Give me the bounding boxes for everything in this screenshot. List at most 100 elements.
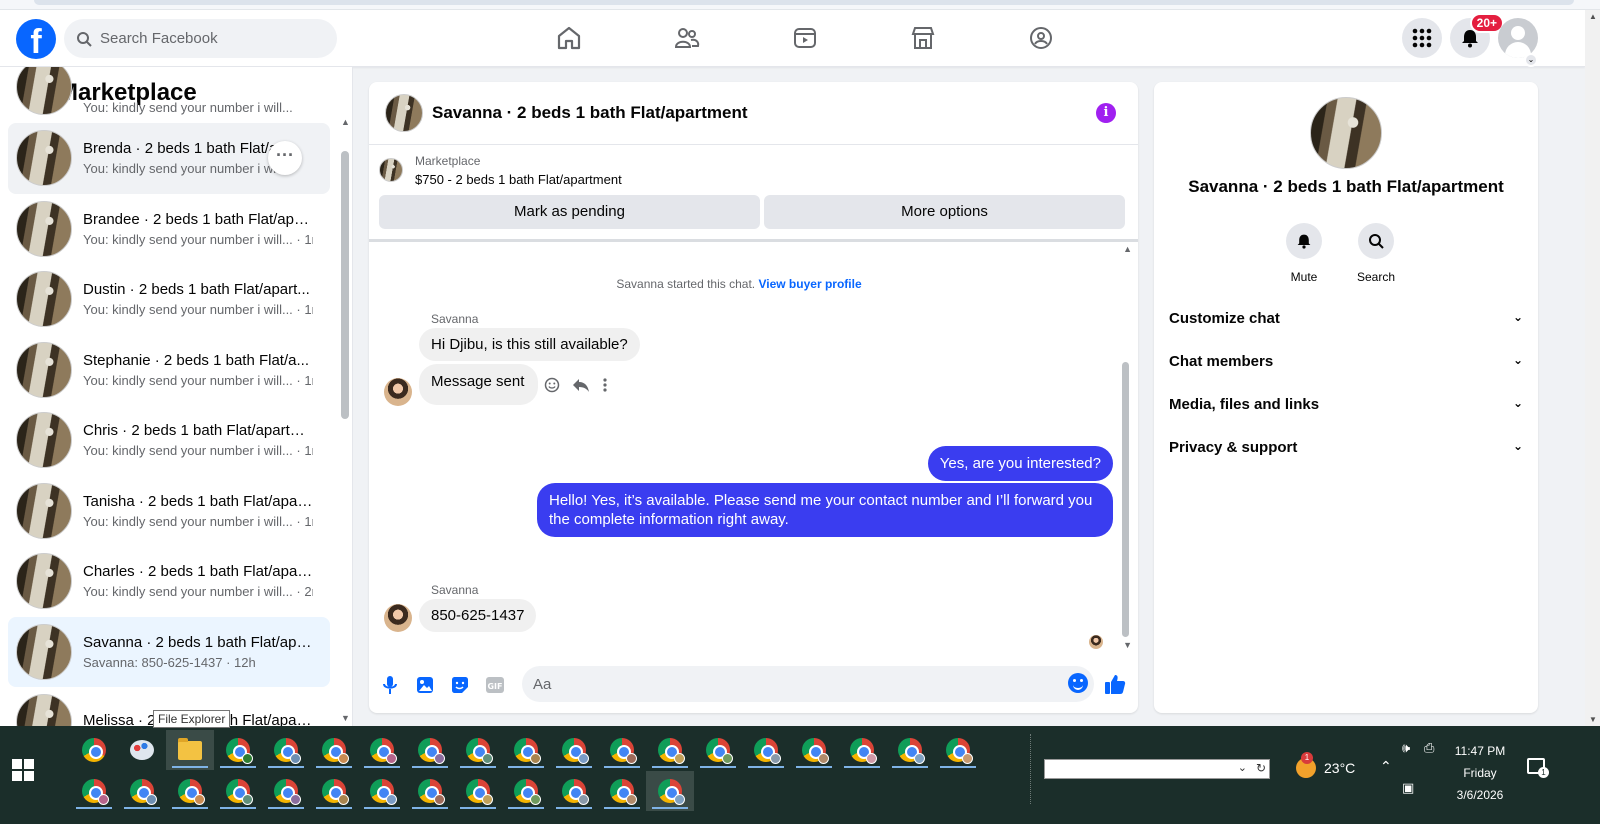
taskbar-app-chrome-profile[interactable] [406, 771, 454, 811]
more-options-icon[interactable]: ··· [268, 141, 302, 175]
facebook-logo[interactable]: f [16, 19, 56, 59]
network-icon[interactable]: ▣ [1402, 780, 1414, 796]
media-files-links-section[interactable]: Media, files and links ⌄ [1169, 396, 1523, 413]
emoji-icon[interactable] [1068, 673, 1088, 693]
list-item[interactable]: Savanna · 2 beds 1 bath Flat/apa... Savan… [8, 616, 330, 687]
taskbar-app-chrome-profile[interactable] [694, 730, 742, 770]
taskbar-app-chrome-profile[interactable] [502, 771, 550, 811]
listing-price[interactable]: $750 - 2 beds 1 bath Flat/apartment [415, 172, 622, 187]
gif-icon[interactable]: GIF [484, 674, 506, 696]
chat-members-section[interactable]: Chat members ⌄ [1169, 353, 1523, 370]
taskbar-app-chrome-profile[interactable] [406, 730, 454, 770]
scroll-down-icon[interactable]: ▼ [1589, 715, 1597, 724]
mute-button[interactable]: Mute [1284, 223, 1324, 284]
list-item[interactable]: Charles · 2 beds 1 bath Flat/apar... You:… [8, 546, 330, 617]
taskbar-app-chrome-profile[interactable] [598, 730, 646, 770]
search-box[interactable] [64, 19, 337, 58]
nav-home[interactable] [510, 10, 628, 66]
list-item[interactable]: Tanisha · 2 beds 1 bath Flat/apar... You:… [8, 476, 330, 547]
view-buyer-profile-link[interactable]: View buyer profile [758, 277, 861, 291]
react-emoji-icon[interactable] [544, 377, 560, 393]
scroll-up-icon[interactable]: ▲ [341, 117, 350, 127]
taskbar-app-chrome-profile[interactable] [790, 730, 838, 770]
taskbar-app-chrome-profile[interactable] [70, 771, 118, 811]
taskbar-app-chrome-profile[interactable] [598, 771, 646, 811]
refresh-icon[interactable]: ↻ [1256, 761, 1266, 775]
volume-icon[interactable]: 🕪 [1402, 740, 1410, 756]
thumbs-up-icon[interactable] [1104, 673, 1126, 695]
horizontal-scrollbar[interactable] [34, 0, 1574, 5]
microphone-icon[interactable] [379, 674, 401, 696]
reply-icon[interactable] [572, 377, 590, 393]
notification-center-icon[interactable]: 1 [1527, 758, 1549, 778]
taskbar-app-chrome-profile[interactable] [646, 730, 694, 770]
scroll-down-icon[interactable]: ▼ [1123, 640, 1132, 650]
nav-marketplace[interactable] [864, 10, 982, 66]
search-input[interactable] [100, 30, 320, 47]
outgoing-message[interactable]: Hello! Yes, it’s available. Please send … [537, 483, 1113, 537]
search-conversation-button[interactable]: Search [1356, 223, 1396, 284]
notifications-button[interactable]: 20+ [1450, 13, 1504, 58]
chat-title[interactable]: Savanna · 2 beds 1 bath Flat/apartment [432, 103, 748, 123]
taskbar-app-chrome-profile[interactable] [502, 730, 550, 770]
taskbar-app-chrome-profile[interactable] [934, 730, 982, 770]
taskbar-clock[interactable]: 11:47 PM Friday 3/6/2026 [1440, 740, 1520, 806]
menu-button[interactable] [1402, 18, 1442, 58]
taskbar-app-chrome-profile[interactable] [166, 771, 214, 811]
info-icon[interactable]: i [1096, 103, 1116, 123]
taskbar-app-chrome-profile[interactable] [646, 771, 694, 811]
taskbar-app-chrome-profile[interactable] [358, 730, 406, 770]
weather-widget[interactable]: 1 23°C [1296, 752, 1355, 778]
chevron-down-icon[interactable]: ⌄ [1524, 53, 1538, 67]
list-item[interactable]: You: kindly send your number i will... [8, 67, 330, 115]
chat-scrollbar[interactable] [1122, 362, 1129, 637]
camera-icon[interactable]: ⎙ [1424, 740, 1434, 756]
taskbar-app-chrome-profile[interactable] [262, 730, 310, 770]
windows-start-icon[interactable] [12, 759, 34, 781]
list-item[interactable]: Stephanie · 2 beds 1 bath Flat/a... You: … [8, 335, 330, 406]
taskbar-address-box[interactable]: ⌄ ↻ [1044, 759, 1270, 779]
list-item[interactable]: Brandee · 2 beds 1 bath Flat/apa... You: … [8, 194, 330, 265]
dropdown-chevron-icon[interactable]: ⌄ [1238, 761, 1247, 774]
taskbar-app-chrome-profile[interactable] [550, 771, 598, 811]
incoming-message[interactable]: Message sent [419, 364, 539, 405]
sticker-icon[interactable] [449, 674, 471, 696]
avatar[interactable] [384, 378, 412, 406]
taskbar-app-chrome-profile[interactable] [838, 730, 886, 770]
photo-icon[interactable] [414, 674, 436, 696]
scroll-down-icon[interactable]: ▼ [341, 713, 350, 723]
account-avatar[interactable] [1498, 18, 1538, 58]
incoming-message[interactable]: Hi Djibu, is this still available? [419, 328, 640, 361]
nav-video[interactable] [746, 10, 864, 66]
taskbar-app-chrome-profile[interactable] [454, 730, 502, 770]
list-item[interactable]: Dustin · 2 beds 1 bath Flat/apart... You:… [8, 264, 330, 335]
privacy-support-section[interactable]: Privacy & support ⌄ [1169, 439, 1523, 456]
taskbar-app-chrome-profile[interactable] [742, 730, 790, 770]
taskbar-app-chrome-profile[interactable] [214, 771, 262, 811]
scroll-up-icon[interactable]: ▲ [1123, 244, 1132, 254]
nav-groups[interactable] [982, 10, 1100, 66]
taskbar-app-chrome-profile[interactable] [454, 771, 502, 811]
taskbar-app-chrome-profile[interactable] [886, 730, 934, 770]
taskbar-app-file-explorer[interactable] [166, 730, 214, 770]
taskbar-app-chrome[interactable] [70, 730, 118, 770]
taskbar-app-chrome-profile[interactable] [214, 730, 262, 770]
scroll-up-icon[interactable]: ▲ [1589, 12, 1597, 21]
taskbar-app-chrome-profile[interactable] [358, 771, 406, 811]
nav-friends[interactable] [628, 10, 746, 66]
avatar[interactable] [384, 604, 412, 632]
chevron-up-icon[interactable]: ⌃ [1380, 758, 1392, 775]
customize-chat-section[interactable]: Customize chat ⌄ [1169, 310, 1523, 327]
list-item[interactable]: Brenda · 2 beds 1 bath Flat/ap You: kindl… [8, 123, 330, 194]
taskbar-app-chrome-profile[interactable] [310, 730, 358, 770]
page-scrollbar[interactable]: ▲ ▼ [1585, 10, 1600, 726]
more-vertical-icon[interactable] [602, 377, 608, 393]
listing-thumbnail[interactable] [385, 94, 423, 132]
taskbar-app-chrome-profile[interactable] [550, 730, 598, 770]
taskbar-app-chrome-profile[interactable] [262, 771, 310, 811]
list-item[interactable]: Chris · 2 beds 1 bath Flat/apartm... You:… [8, 405, 330, 476]
taskbar-app-chrome-profile[interactable] [310, 771, 358, 811]
incoming-message[interactable]: 850-625-1437 [419, 599, 537, 632]
outgoing-message[interactable]: Yes, are you interested? [927, 446, 1113, 481]
listing-photo[interactable] [1310, 97, 1382, 169]
